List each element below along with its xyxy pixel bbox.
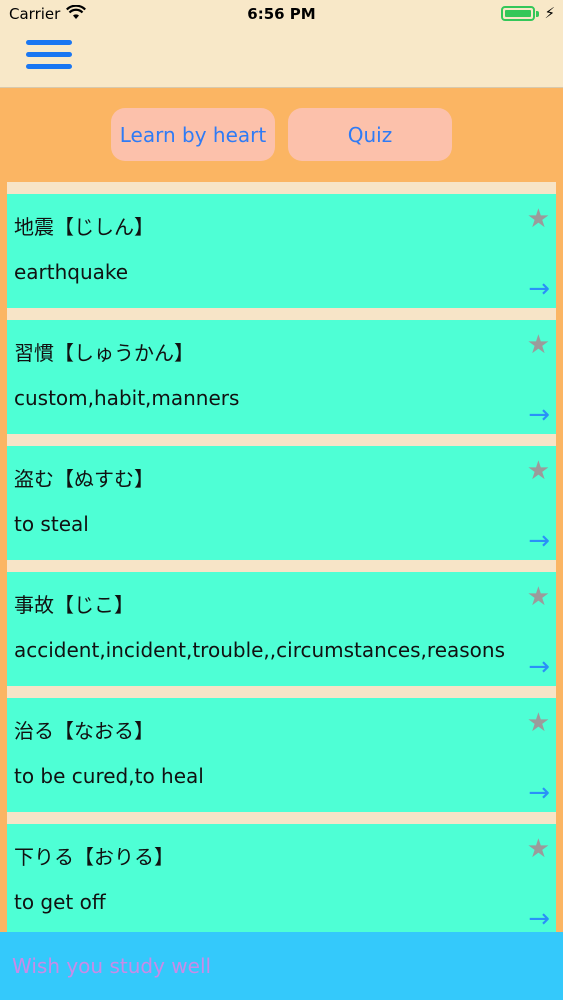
- vocab-card[interactable]: 習慣【しゅうかん】 custom,habit,manners ★ →: [7, 320, 556, 434]
- vocab-word: 下りる【おりる】: [14, 845, 174, 869]
- bottom-banner: Wish you study well: [0, 932, 563, 1000]
- status-bar: Carrier 6:56 PM ⚡: [0, 0, 563, 28]
- vocab-card[interactable]: 治る【なおる】 to be cured,to heal ★ →: [7, 698, 556, 812]
- learn-by-heart-button[interactable]: Learn by heart: [111, 108, 275, 161]
- vocab-card[interactable]: 地震【じしん】 earthquake ★ →: [7, 194, 556, 308]
- vocab-meaning: accident,incident,trouble,,circumstances…: [14, 638, 506, 662]
- vocabulary-list[interactable]: 地震【じしん】 earthquake ★ → 習慣【しゅうかん】 custom,…: [7, 182, 556, 932]
- favorite-star-icon[interactable]: ★: [527, 204, 550, 234]
- hamburger-menu-icon[interactable]: [26, 40, 72, 74]
- vocab-meaning: earthquake: [14, 260, 129, 284]
- vocab-meaning: custom,habit,manners: [14, 386, 240, 410]
- battery-icon: [501, 6, 535, 21]
- vocab-meaning: to get off: [14, 890, 106, 914]
- vocab-card[interactable]: 盗む【ぬすむ】 to steal ★ →: [7, 446, 556, 560]
- favorite-star-icon[interactable]: ★: [527, 834, 550, 864]
- vocab-word: 事故【じこ】: [14, 593, 134, 617]
- detail-arrow-icon[interactable]: →: [528, 906, 550, 932]
- vocab-meaning: to steal: [14, 512, 89, 536]
- vocab-word: 習慣【しゅうかん】: [14, 341, 194, 365]
- vocab-card[interactable]: 事故【じこ】 accident,incident,trouble,,circum…: [7, 572, 556, 686]
- charging-icon: ⚡: [544, 4, 555, 22]
- vocab-card[interactable]: 下りる【おりる】 to get off ★ →: [7, 824, 556, 932]
- banner-message: Wish you study well: [12, 954, 212, 978]
- clock: 6:56 PM: [247, 5, 316, 23]
- detail-arrow-icon[interactable]: →: [528, 276, 550, 302]
- vocab-word: 地震【じしん】: [14, 215, 154, 239]
- quiz-button[interactable]: Quiz: [288, 108, 452, 161]
- detail-arrow-icon[interactable]: →: [528, 528, 550, 554]
- vocab-meaning: to be cured,to heal: [14, 764, 204, 788]
- detail-arrow-icon[interactable]: →: [528, 654, 550, 680]
- top-bar: Carrier 6:56 PM ⚡: [0, 0, 563, 88]
- favorite-star-icon[interactable]: ★: [527, 330, 550, 360]
- favorite-star-icon[interactable]: ★: [527, 582, 550, 612]
- favorite-star-icon[interactable]: ★: [527, 708, 550, 738]
- detail-arrow-icon[interactable]: →: [528, 402, 550, 428]
- vocab-word: 治る【なおる】: [14, 719, 154, 743]
- detail-arrow-icon[interactable]: →: [528, 780, 550, 806]
- battery-tip: [536, 11, 539, 17]
- vocab-word: 盗む【ぬすむ】: [14, 467, 154, 491]
- favorite-star-icon[interactable]: ★: [527, 456, 550, 486]
